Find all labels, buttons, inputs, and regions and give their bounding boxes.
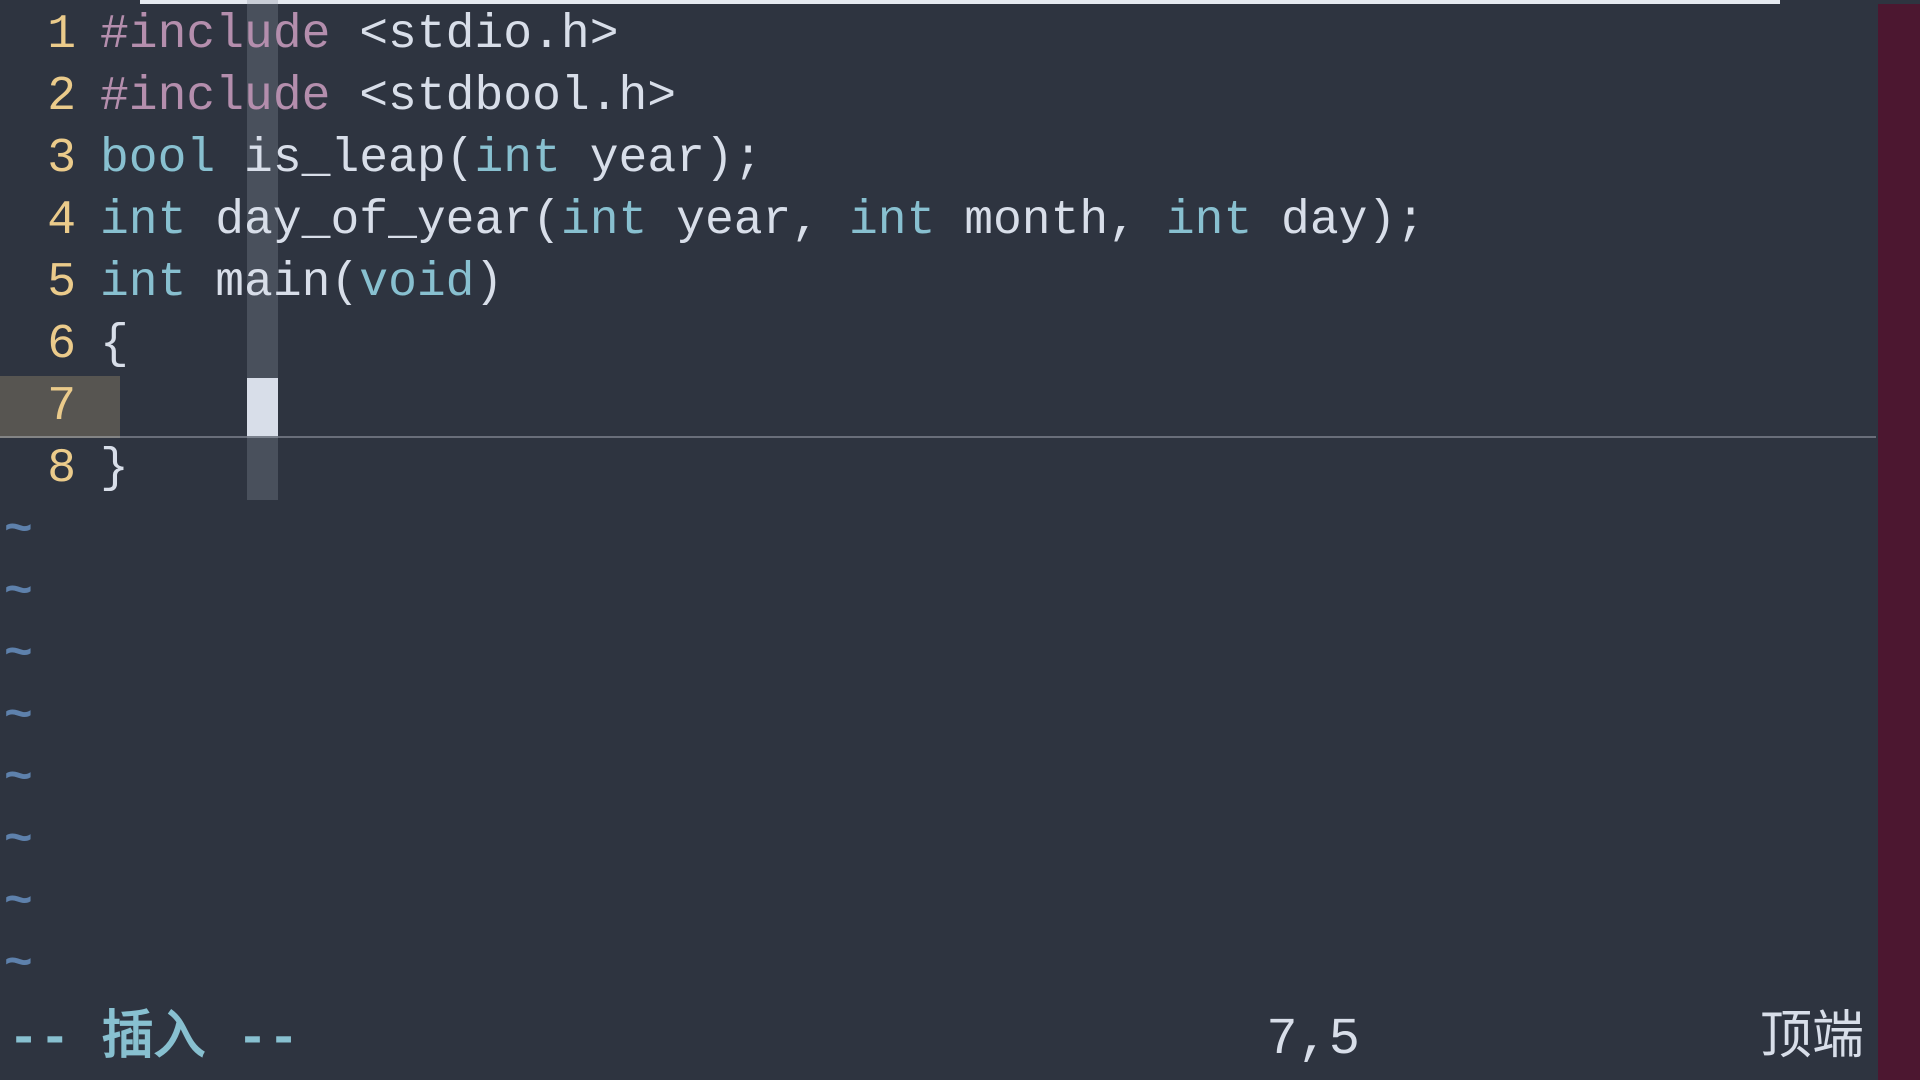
- line-content[interactable]: #include <stdbool.h>: [100, 68, 1920, 127]
- code-line[interactable]: 3bool is_leap(int year);: [0, 128, 1920, 190]
- line-number: 3: [0, 130, 100, 189]
- line-number: 5: [0, 254, 100, 313]
- empty-line-tilde: ~: [0, 624, 1920, 686]
- line-content[interactable]: bool is_leap(int year);: [100, 130, 1920, 189]
- code-line[interactable]: 6{: [0, 314, 1920, 376]
- line-content[interactable]: [100, 378, 1920, 437]
- empty-line-tilde: ~: [0, 872, 1920, 934]
- empty-line-tilde: ~: [0, 810, 1920, 872]
- line-content[interactable]: #include <stdio.h>: [100, 6, 1920, 65]
- line-number: 4: [0, 192, 100, 251]
- line-content[interactable]: int day_of_year(int year, int month, int…: [100, 192, 1920, 251]
- line-content[interactable]: int main(void): [100, 254, 1920, 313]
- line-content[interactable]: }: [100, 440, 1920, 499]
- code-line[interactable]: 2#include <stdbool.h>: [0, 66, 1920, 128]
- line-number: 1: [0, 6, 100, 65]
- code-line[interactable]: 5int main(void): [0, 252, 1920, 314]
- code-line[interactable]: 4int day_of_year(int year, int month, in…: [0, 190, 1920, 252]
- empty-line-tilde: ~: [0, 686, 1920, 748]
- code-area[interactable]: 1#include <stdio.h>2#include <stdbool.h>…: [0, 0, 1920, 996]
- scroll-position: 顶端: [1760, 1008, 1864, 1071]
- status-bar: -- 插入 -- 7,5 顶端: [0, 1008, 1920, 1072]
- code-line[interactable]: 1#include <stdio.h>: [0, 4, 1920, 66]
- mode-indicator: -- 插入 --: [8, 1008, 299, 1071]
- empty-line-tilde: ~: [0, 748, 1920, 810]
- empty-line-tilde: ~: [0, 934, 1920, 996]
- line-number: 7: [0, 378, 100, 437]
- line-number: 6: [0, 316, 100, 375]
- code-line[interactable]: 8}: [0, 438, 1920, 500]
- line-content[interactable]: {: [100, 316, 1920, 375]
- line-number: 8: [0, 440, 100, 499]
- vim-editor[interactable]: 1#include <stdio.h>2#include <stdbool.h>…: [0, 0, 1920, 1080]
- code-line[interactable]: 7: [0, 376, 1920, 438]
- empty-line-tilde: ~: [0, 562, 1920, 624]
- text-cursor: [247, 378, 278, 436]
- empty-line-tilde: ~: [0, 500, 1920, 562]
- line-number: 2: [0, 68, 100, 127]
- cursor-position: 7,5: [1266, 1008, 1360, 1071]
